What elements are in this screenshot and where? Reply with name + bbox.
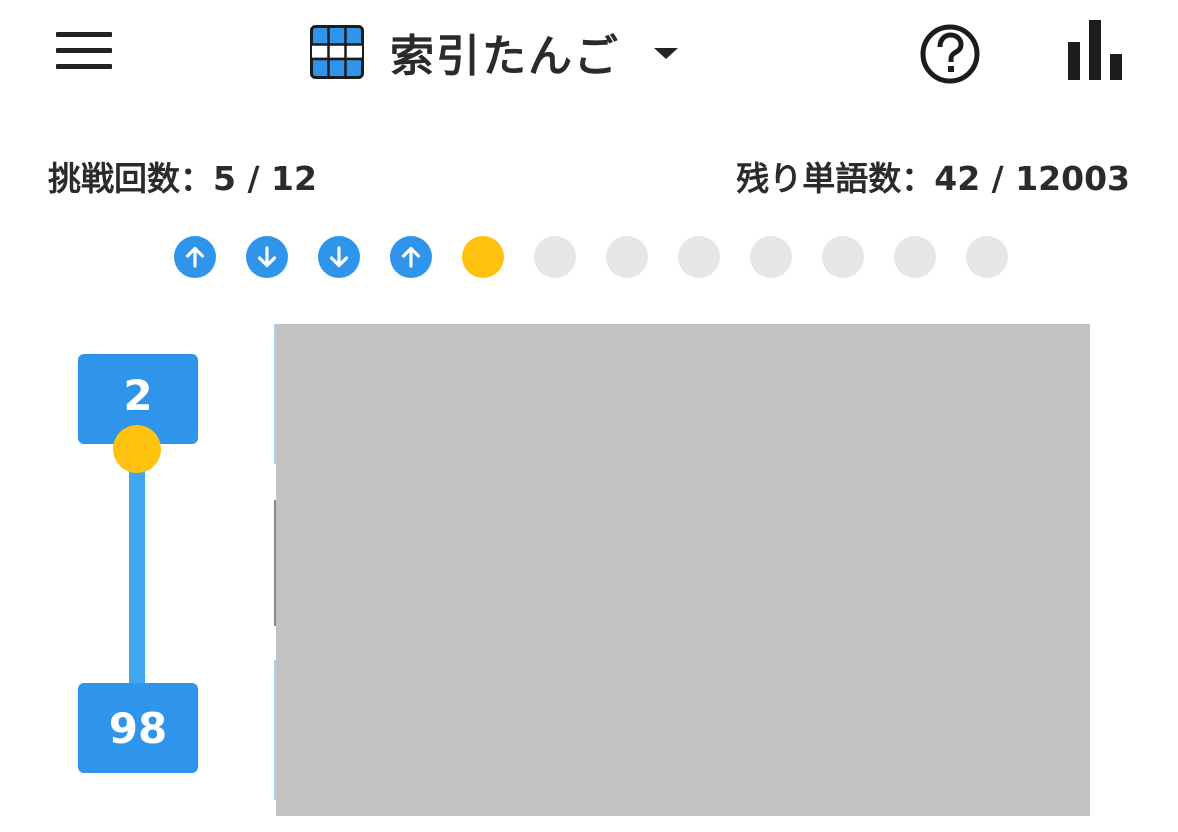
hamburger-menu-icon[interactable] bbox=[56, 32, 112, 70]
empty-guess-dot bbox=[678, 236, 720, 278]
range-lower-bound: 98 bbox=[78, 683, 198, 773]
guess-history bbox=[174, 236, 1038, 278]
app-header: 索引たんご bbox=[0, 0, 1178, 100]
help-circle-icon[interactable] bbox=[918, 22, 982, 86]
remaining-word-count: 残り単語数：42 / 12003 bbox=[736, 159, 1130, 198]
empty-guess-dot bbox=[894, 236, 936, 278]
guess-dot bbox=[318, 236, 360, 278]
guess-dot bbox=[246, 236, 288, 278]
range-upper-value: 2 bbox=[123, 370, 153, 420]
arrow-up-icon bbox=[185, 246, 205, 268]
empty-guess-dot bbox=[966, 236, 1008, 278]
bar-chart-icon[interactable] bbox=[1066, 20, 1124, 80]
attempt-count: 挑戦回数：5 / 12 bbox=[48, 159, 317, 198]
caret-down-icon bbox=[654, 47, 678, 59]
empty-guess-dot bbox=[750, 236, 792, 278]
guess-dot bbox=[174, 236, 216, 278]
empty-guess-dot bbox=[606, 236, 648, 278]
game-mode-selector[interactable]: 索引たんご bbox=[310, 22, 678, 82]
range-slider-thumb[interactable] bbox=[113, 425, 161, 473]
word-index-panel bbox=[276, 324, 1090, 816]
current-guess-dot bbox=[462, 236, 504, 278]
empty-guess-dot bbox=[822, 236, 864, 278]
guess-dot bbox=[390, 236, 432, 278]
arrow-down-icon bbox=[257, 246, 277, 268]
grid-icon bbox=[310, 25, 364, 79]
arrow-up-icon bbox=[401, 246, 421, 268]
range-lower-value: 98 bbox=[108, 703, 168, 753]
app-title: 索引たんご bbox=[390, 31, 620, 82]
empty-guess-dot bbox=[534, 236, 576, 278]
range-slider-track[interactable] bbox=[129, 440, 145, 700]
arrow-down-icon bbox=[329, 246, 349, 268]
